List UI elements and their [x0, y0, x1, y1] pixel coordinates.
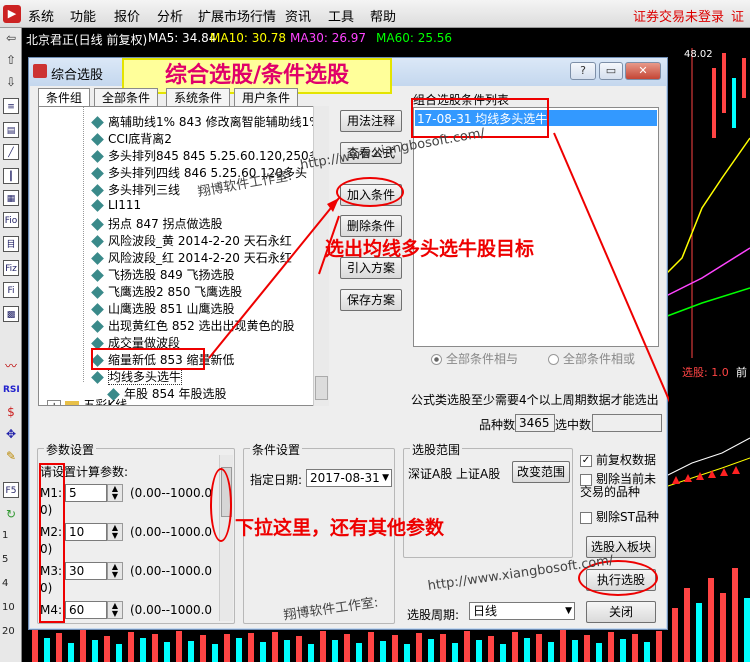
ma10-value: MA10: 30.78	[210, 31, 287, 45]
grid-icon[interactable]: ▩	[3, 306, 19, 322]
f12-icon[interactable]: Fiz	[3, 260, 19, 276]
left-toolbar: ⇦ ⇧ ⇩ ≡ ▤ ╱ ┃ ▦ Fio 目 Fiz Fi ▩ 〰 RSI $ ✥…	[0, 28, 22, 662]
menu-function[interactable]: 功能	[70, 6, 96, 25]
y-axis-label: 5	[2, 554, 9, 565]
y-axis-label: 1	[2, 530, 9, 541]
stock-title: 北京君正(日线 前复权)	[26, 33, 148, 47]
ma60-value: MA60: 25.56	[376, 31, 453, 45]
move-icon[interactable]: ✥	[3, 426, 19, 442]
trade-login-status[interactable]: 证券交易未登录	[633, 6, 724, 25]
rsi-icon[interactable]: RSI	[3, 382, 20, 398]
candles-right	[691, 48, 746, 358]
menu-system[interactable]: 系统	[28, 6, 54, 25]
refresh-icon[interactable]: ↻	[3, 506, 19, 522]
y-axis-label: 10	[2, 602, 15, 613]
ma30-line	[661, 247, 750, 299]
arrow-down-icon[interactable]: ⇩	[3, 74, 19, 90]
indicator-extra: 前	[736, 366, 747, 379]
arrow-up-icon[interactable]: ⇧	[3, 52, 19, 68]
menu-help[interactable]: 帮助	[370, 6, 396, 25]
y-axis-label: 4	[2, 578, 9, 589]
menu-tools[interactable]: 工具	[328, 6, 354, 25]
app-logo-icon[interactable]: ▶	[3, 5, 21, 23]
money-icon[interactable]: $	[3, 404, 19, 420]
line-chart-icon[interactable]: ╱	[3, 144, 19, 160]
catalog-icon[interactable]: 目	[3, 236, 19, 252]
chart-info-bar: 北京君正(日线 前复权) MA5: 34.84 MA10: 30.78 MA30…	[22, 28, 750, 48]
quote-icon[interactable]: ≡	[3, 98, 19, 114]
menu-analysis[interactable]: 分析	[157, 6, 183, 25]
price-top-label: 48.02	[684, 49, 713, 60]
pen-icon[interactable]: ✎	[3, 448, 19, 464]
annotation-goal: 选出均线多头选牛股目标	[325, 238, 535, 260]
y-axis-label: 20	[2, 626, 15, 637]
ma5-value: MA5: 34.84	[148, 31, 217, 45]
f5-icon[interactable]: F5	[3, 482, 19, 498]
menu-extra[interactable]: 证	[731, 6, 744, 25]
table-icon[interactable]: ▦	[3, 190, 19, 206]
indicator-label: 选股: 1.0	[682, 366, 729, 379]
annotation-arrows	[208, 132, 669, 403]
wave-icon[interactable]: 〰	[3, 358, 19, 374]
list-icon[interactable]: ▤	[3, 122, 19, 138]
menu-news[interactable]: 资讯	[285, 6, 311, 25]
fi-icon[interactable]: Fi	[3, 282, 19, 298]
f10-icon[interactable]: Fio	[3, 212, 19, 228]
kline-icon[interactable]: ┃	[3, 168, 19, 184]
stock-screener-dialog: 综合选股 ? ▭ ✕ 综合选股/条件选股 条件组 全部条件 系统条件 用户条件 …	[28, 57, 669, 630]
arrow-left-icon[interactable]: ⇦	[3, 30, 19, 46]
annotation-scroll-hint: 下拉这里，还有其他参数	[235, 517, 445, 539]
menu-extended-market[interactable]: 扩展市场行情	[198, 6, 276, 25]
signal-markers	[672, 466, 740, 484]
ma30-value: MA30: 26.97	[290, 31, 367, 45]
ma60-line	[661, 287, 750, 319]
menu-quote[interactable]: 报价	[114, 6, 140, 25]
menu-bar: ▶ 系统 功能 报价 分析 扩展市场行情 资讯 工具 帮助 证券交易未登录 证	[0, 0, 750, 28]
